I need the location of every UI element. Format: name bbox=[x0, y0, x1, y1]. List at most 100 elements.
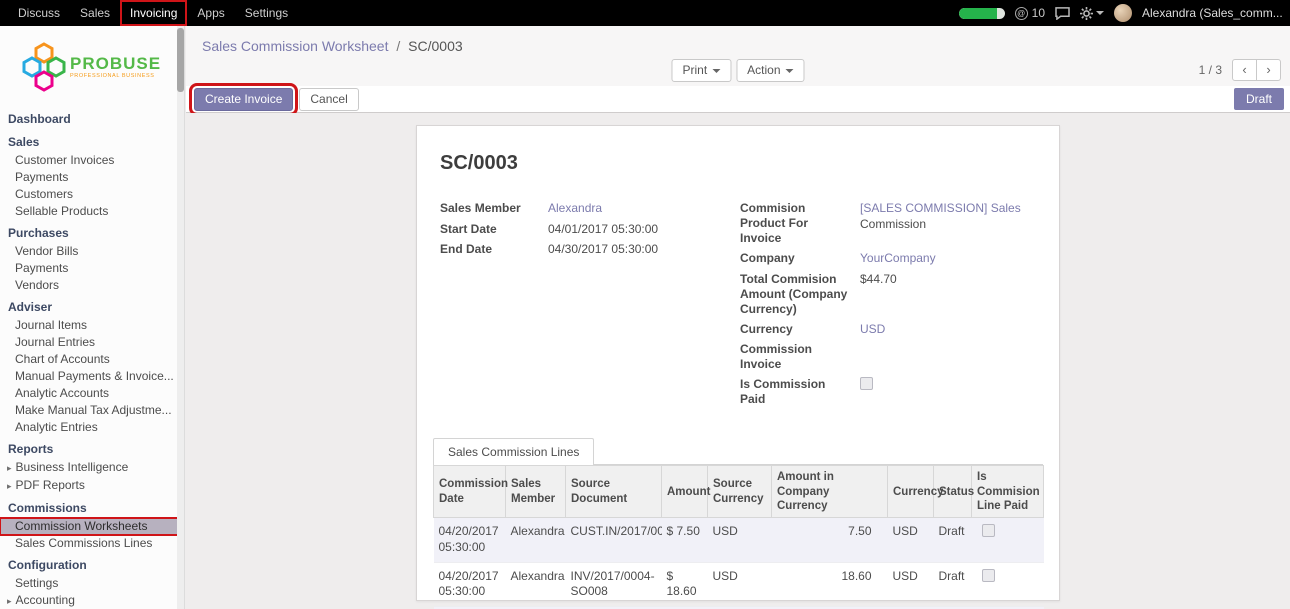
field-label: Sales Member bbox=[440, 201, 548, 216]
cell-amount-company: 18.60 bbox=[772, 562, 888, 606]
print-label: Print bbox=[682, 63, 707, 77]
pager-previous-button[interactable]: ‹ bbox=[1232, 59, 1257, 81]
sidebar-item-vendors[interactable]: Vendors bbox=[0, 277, 184, 294]
expand-arrow-icon: ▸ bbox=[7, 596, 12, 606]
breadcrumb-parent-link[interactable]: Sales Commission Worksheet bbox=[202, 38, 388, 54]
field-end-date: End Date 04/30/2017 05:30:00 bbox=[440, 242, 740, 258]
breadcrumb-current: SC/0003 bbox=[408, 38, 462, 54]
sidebar-item-analytic-accounts[interactable]: Analytic Accounts bbox=[0, 385, 184, 402]
menu-apps[interactable]: Apps bbox=[187, 0, 234, 26]
sidebar-item-accounting[interactable]: ▸ Accounting bbox=[0, 592, 184, 609]
section-purchases: Purchases Vendor Bills Payments Vendors bbox=[0, 224, 184, 294]
column-header: Commission Date bbox=[434, 466, 506, 518]
section-reports: Reports ▸Business Intelligence ▸PDF Repo… bbox=[0, 440, 184, 495]
sidebar-header-reports[interactable]: Reports bbox=[0, 440, 184, 459]
sidebar-item-sales-commissions-lines[interactable]: Sales Commissions Lines bbox=[0, 535, 184, 552]
sidebar-header-configuration[interactable]: Configuration bbox=[0, 556, 184, 575]
status-badge: Draft bbox=[1234, 88, 1284, 110]
column-header: Amount in Company Currency bbox=[772, 466, 888, 518]
pager-counter: 1 / 3 bbox=[1199, 63, 1222, 77]
sidebar-item-settings[interactable]: Settings bbox=[0, 575, 184, 592]
tab-sales-commission-lines[interactable]: Sales Commission Lines bbox=[433, 438, 594, 465]
sidebar-header-adviser[interactable]: Adviser bbox=[0, 298, 184, 317]
sidebar-item-chart-of-accounts[interactable]: Chart of Accounts bbox=[0, 351, 184, 368]
cell-commission-date: 04/20/2017 05:30:00 bbox=[434, 518, 506, 562]
field-is-commission-paid: Is Commission Paid bbox=[740, 377, 1043, 407]
sidebar-item-vendor-bills[interactable]: Vendor Bills bbox=[0, 243, 184, 260]
sidebar-item-dashboard[interactable]: Dashboard bbox=[0, 110, 184, 129]
table-row[interactable]: 04/20/2017 05:30:00 Alexandra INV/2017/0… bbox=[434, 562, 1044, 606]
sidebar-item-business-intelligence[interactable]: ▸Business Intelligence bbox=[0, 459, 184, 477]
cell-commission-date: 04/20/2017 05:30:00 bbox=[434, 562, 506, 606]
end-date-value: 04/30/2017 05:30:00 bbox=[548, 242, 658, 258]
table-header-row: Commission Date Sales Member Source Docu… bbox=[434, 466, 1044, 518]
sidebar-nav: Dashboard Sales Customer Invoices Paymen… bbox=[0, 110, 184, 609]
sidebar-item-customers[interactable]: Customers bbox=[0, 186, 184, 203]
field-label: Currency bbox=[740, 322, 860, 337]
field-label: Total Commision Amount (Company Currency… bbox=[740, 272, 860, 317]
gear-icon bbox=[1080, 7, 1093, 20]
commission-product-rest: Commission bbox=[860, 217, 1021, 233]
commission-product-link[interactable]: [SALES COMMISSION] Sales bbox=[860, 201, 1021, 215]
print-menu-button[interactable]: Print bbox=[671, 59, 731, 82]
sidebar-item-journal-entries[interactable]: Journal Entries bbox=[0, 334, 184, 351]
notebook-tabs: Sales Commission Lines bbox=[433, 438, 1043, 465]
form-view: SC/0003 Sales Member Alexandra Start Dat… bbox=[186, 113, 1290, 609]
sales-member-link[interactable]: Alexandra bbox=[548, 201, 602, 217]
cell-sales-member: Alexandra bbox=[506, 562, 566, 606]
messages-icon[interactable] bbox=[1055, 7, 1070, 20]
sidebar-item-manual-payments[interactable]: Manual Payments & Invoice... bbox=[0, 368, 184, 385]
sidebar-item-payments[interactable]: Payments bbox=[0, 169, 184, 186]
create-invoice-button[interactable]: Create Invoice bbox=[194, 88, 293, 111]
sidebar-item-tax-adjustments[interactable]: Make Manual Tax Adjustme... bbox=[0, 402, 184, 419]
debug-gear-menu[interactable] bbox=[1080, 7, 1104, 20]
sidebar-scrollbar[interactable] bbox=[177, 26, 184, 609]
table-row[interactable]: 04/20/2017 05:30:00 Alexandra CUST.IN/20… bbox=[434, 518, 1044, 562]
sidebar-header-purchases[interactable]: Purchases bbox=[0, 224, 184, 243]
chevron-down-icon bbox=[712, 69, 720, 73]
breadcrumb-separator: / bbox=[396, 38, 400, 54]
speech-bubble-icon bbox=[1055, 7, 1070, 20]
topbar: Discuss Sales Invoicing Apps Settings @ … bbox=[0, 0, 1290, 26]
column-header: Source Currency bbox=[708, 466, 772, 518]
company-link[interactable]: YourCompany bbox=[860, 251, 936, 267]
field-sales-member: Sales Member Alexandra bbox=[440, 201, 740, 217]
sidebar-item-commission-worksheets[interactable]: Commission Worksheets bbox=[0, 518, 184, 535]
app-logo[interactable]: PROBUSE PROFESSIONAL BUSINESS bbox=[0, 26, 184, 106]
menu-sales[interactable]: Sales bbox=[70, 0, 120, 26]
trial-progress-pill[interactable] bbox=[959, 8, 1005, 19]
record-title: SC/0003 bbox=[440, 152, 1043, 175]
menu-discuss[interactable]: Discuss bbox=[8, 0, 70, 26]
user-avatar[interactable] bbox=[1114, 4, 1132, 22]
main-area: Sales Commission Worksheet / SC/0003 Pri… bbox=[186, 26, 1290, 609]
sidebar-header-commissions[interactable]: Commissions bbox=[0, 499, 184, 518]
sidebar-item-customer-invoices[interactable]: Customer Invoices bbox=[0, 152, 184, 169]
currency-link[interactable]: USD bbox=[860, 322, 885, 338]
sidebar-item-sellable-products[interactable]: Sellable Products bbox=[0, 203, 184, 220]
sidebar-item-pdf-reports[interactable]: ▸PDF Reports bbox=[0, 477, 184, 495]
sidebar-item-label: Accounting bbox=[16, 593, 75, 607]
pager-next-button[interactable]: › bbox=[1256, 59, 1281, 81]
column-header: Source Document bbox=[566, 466, 662, 518]
activity-counter[interactable]: @ 10 bbox=[1015, 6, 1045, 20]
scrollbar-thumb[interactable] bbox=[177, 28, 184, 92]
user-menu[interactable]: Alexandra (Sales_comm... bbox=[1142, 6, 1282, 20]
cancel-button[interactable]: Cancel bbox=[299, 88, 358, 111]
sidebar: PROBUSE PROFESSIONAL BUSINESS Dashboard … bbox=[0, 26, 185, 609]
field-total-commission-amount: Total Commision Amount (Company Currency… bbox=[740, 272, 1043, 317]
action-menu-button[interactable]: Action bbox=[736, 59, 804, 82]
sidebar-item-journal-items[interactable]: Journal Items bbox=[0, 317, 184, 334]
field-groups: Sales Member Alexandra Start Date 04/01/… bbox=[440, 201, 1043, 412]
sidebar-item-purchase-payments[interactable]: Payments bbox=[0, 260, 184, 277]
menu-settings[interactable]: Settings bbox=[235, 0, 298, 26]
logo-subtitle: PROFESSIONAL BUSINESS bbox=[70, 74, 161, 80]
sidebar-header-sales[interactable]: Sales bbox=[0, 133, 184, 152]
record-pager: 1 / 3 ‹ › bbox=[1199, 59, 1281, 81]
sidebar-item-label: Business Intelligence bbox=[16, 460, 129, 474]
field-currency: Currency USD bbox=[740, 322, 1043, 338]
menu-invoicing[interactable]: Invoicing bbox=[120, 0, 187, 26]
field-label: Start Date bbox=[440, 222, 548, 237]
control-panel: Sales Commission Worksheet / SC/0003 Pri… bbox=[186, 26, 1290, 86]
sidebar-item-analytic-entries[interactable]: Analytic Entries bbox=[0, 419, 184, 436]
chevron-down-icon bbox=[1096, 11, 1104, 15]
